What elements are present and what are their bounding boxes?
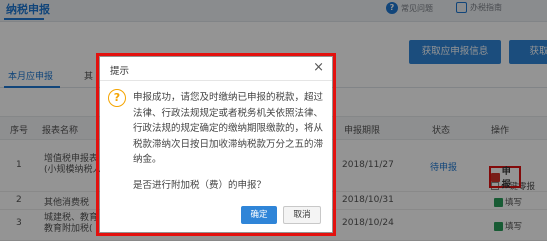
confirm-button[interactable]: 确定 bbox=[241, 206, 277, 224]
cancel-button[interactable]: 取消 bbox=[283, 206, 321, 224]
dialog-message: 申报成功，请您及时缴纳已申报的税款，超过法律、行政法规规定或者税务机关依照法律、… bbox=[133, 92, 324, 165]
confirm-dialog: 提示 × ? 申报成功，请您及时缴纳已申报的税款，超过法律、行政法规规定或者税务… bbox=[100, 57, 332, 232]
dialog-title: 提示 bbox=[110, 66, 130, 77]
close-icon[interactable]: × bbox=[313, 60, 324, 75]
question-icon: ? bbox=[108, 89, 126, 107]
dialog-header: 提示 × bbox=[100, 57, 332, 81]
dialog-question: 是否进行附加税（费）的申报？ bbox=[133, 180, 267, 191]
